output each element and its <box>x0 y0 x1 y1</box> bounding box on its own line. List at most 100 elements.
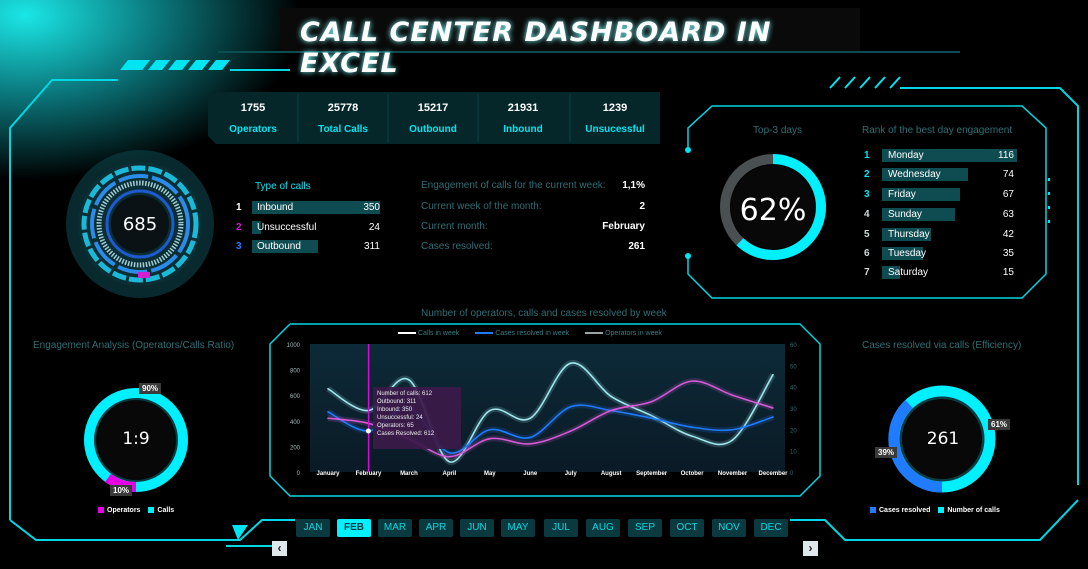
legend-swatch <box>148 507 155 514</box>
series-point <box>772 373 774 376</box>
series-point <box>408 379 410 381</box>
y-right-tick: 50 <box>790 364 797 370</box>
y-left-tick: 600 <box>290 394 301 400</box>
month-button-sep[interactable]: SEP <box>628 519 662 537</box>
info-label: Current week of the month: <box>421 201 542 212</box>
next-month-button[interactable]: › <box>803 541 818 556</box>
legend-line <box>475 332 494 335</box>
x-tick: May <box>484 471 496 477</box>
series-point <box>650 417 653 420</box>
rank-value: 116 <box>998 150 1014 161</box>
month-button-jun[interactable]: JUN <box>460 519 494 537</box>
prev-month-button[interactable]: ‹ <box>272 541 287 556</box>
top3-title: Top-3 days <box>753 125 802 136</box>
series-point <box>489 428 491 431</box>
month-highlight-point <box>365 428 371 434</box>
engagement-ratio: 1:9 <box>122 429 150 449</box>
month-button-jul[interactable]: JUL <box>544 519 578 537</box>
series-point <box>650 400 653 403</box>
series-point <box>327 411 329 413</box>
rank-row: 6 Tuesday 35 <box>864 247 1019 261</box>
kpi-value: 1239 <box>602 102 628 114</box>
kpi-operators: 1755 Operators <box>208 95 298 135</box>
series-point <box>529 436 532 439</box>
kpi-total-calls: 25778 Total Calls <box>298 95 388 135</box>
month-button-nov[interactable]: NOV <box>712 519 746 537</box>
kpi-label: Unsucessful <box>585 124 645 135</box>
efficiency-title: Cases resolved via calls (Efficiency) <box>862 340 1022 351</box>
series-point <box>448 455 451 458</box>
kpi-outbound: 15217 Outbound <box>388 95 478 135</box>
engagement-title: Engagement Analysis (Operators/Calls Rat… <box>33 340 235 351</box>
rank-value: 74 <box>1002 169 1014 180</box>
rank-num: 4 <box>864 209 870 220</box>
legend-label: Number of calls <box>947 507 1000 514</box>
y-left-tick: 0 <box>297 471 301 477</box>
month-button-apr[interactable]: APR <box>419 519 453 537</box>
x-tick: March <box>400 471 418 477</box>
type-row: 3 Outbound 311 <box>236 240 386 254</box>
kpi-inbound: 21931 Inbound <box>478 95 568 135</box>
series-point <box>327 417 329 420</box>
x-tick: August <box>601 471 622 477</box>
series-point <box>569 362 572 364</box>
dashboard-canvas: CALL CENTER DASHBOARD IN EXCEL 1755 Oper… <box>0 0 1088 569</box>
efficiency-resolved-pct: 39% <box>875 447 898 458</box>
rank-value: 35 <box>1002 248 1014 259</box>
rank-day: Saturday <box>888 267 929 278</box>
info-value: February <box>602 221 645 232</box>
rank-row: 4 Sunday 63 <box>864 208 1019 222</box>
series-point <box>731 428 734 431</box>
rank-row: 5 Thursday 42 <box>864 228 1019 242</box>
month-button-mar[interactable]: MAR <box>378 519 412 537</box>
tooltip-text: Number of calls: 612 Outbound: 311 Inbou… <box>373 387 461 441</box>
weekly-line-chart: 020040060080010000102030405060January Feb… <box>287 343 798 477</box>
legend-label: Cases resolved <box>879 507 931 514</box>
engagement-operators-pct: 10% <box>110 485 133 496</box>
x-tick: July <box>565 471 578 477</box>
series-point <box>731 439 734 441</box>
rank-num: 7 <box>864 267 870 278</box>
rank-row: 2 Wednesday 74 <box>864 168 1019 182</box>
month-button-feb[interactable]: FEB <box>337 519 371 537</box>
x-tick: November <box>718 471 748 477</box>
y-right-tick: 40 <box>790 386 797 392</box>
y-right-tick: 10 <box>790 450 797 456</box>
legend-label: Operators <box>107 507 141 514</box>
tooltip-line: Unsuccessful: 24 <box>377 415 423 421</box>
series-point <box>731 394 734 396</box>
month-button-may[interactable]: MAY <box>501 519 535 537</box>
x-tick: December <box>758 471 788 477</box>
x-tick: September <box>636 471 668 477</box>
series-point <box>691 426 693 428</box>
type-row-label: Inbound <box>257 202 294 213</box>
kpi-value: 15217 <box>417 102 449 114</box>
month-button-jan[interactable]: JAN <box>296 519 330 537</box>
y-right-tick: 60 <box>790 343 797 349</box>
info-label: Cases resolved: <box>421 241 493 252</box>
rank-num: 1 <box>864 150 870 161</box>
rank-row: 7 Saturday 15 <box>864 266 1019 280</box>
chart-title: Number of operators, calls and cases res… <box>421 308 667 319</box>
chart-legend: Calls in week Cases resolved in week Ope… <box>398 330 662 337</box>
type-row-value: 350 <box>363 202 380 213</box>
rank-num: 6 <box>864 248 870 259</box>
legend-swatch <box>938 507 945 514</box>
tooltip-line: Number of calls: 612 <box>377 391 433 397</box>
info-value: 261 <box>628 241 645 252</box>
month-button-dec[interactable]: DEC <box>754 519 788 537</box>
type-row-label: Outbound <box>257 241 301 252</box>
x-tick: April <box>443 471 457 477</box>
series-point <box>529 443 532 445</box>
y-right-tick: 0 <box>790 471 794 477</box>
rank-day: Tuesday <box>888 248 926 259</box>
info-label: Current month: <box>421 221 488 232</box>
tooltip-line: Outbound: 311 <box>377 399 417 405</box>
legend-swatch <box>870 507 876 514</box>
x-tick: October <box>681 471 705 477</box>
month-button-oct[interactable]: OCT <box>670 519 704 537</box>
rank-day: Sunday <box>888 209 922 220</box>
month-button-aug[interactable]: AUG <box>586 519 620 537</box>
series-point <box>327 388 329 390</box>
info-value: 1,1% <box>622 180 645 191</box>
